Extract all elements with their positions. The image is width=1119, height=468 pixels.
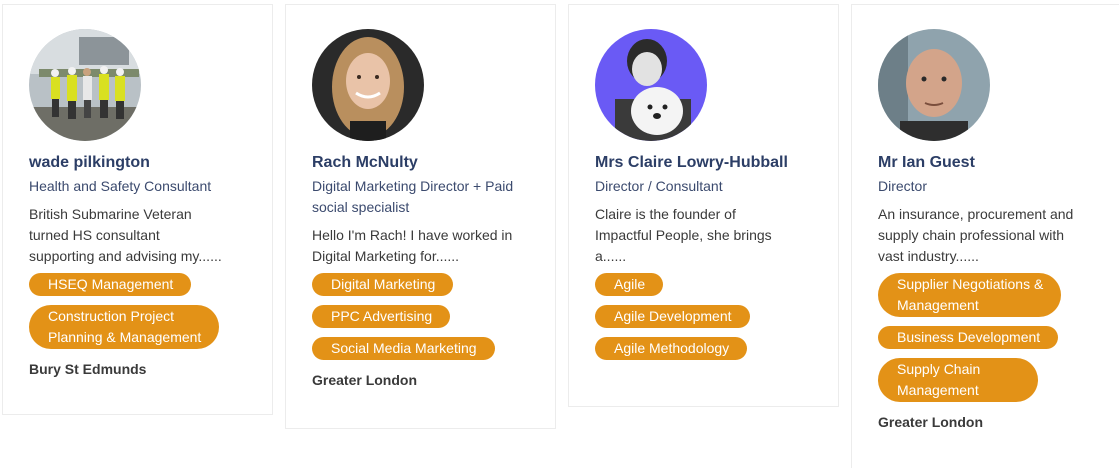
avatar[interactable] <box>878 29 990 141</box>
avatar[interactable] <box>29 29 141 141</box>
profile-name[interactable]: Mr Ian Guest <box>878 153 1095 173</box>
profile-card-claire-lowry-hubball[interactable]: Mrs Claire Lowry-Hubball Director / Cons… <box>568 4 839 407</box>
skill-tag-agile[interactable]: Agile <box>595 273 664 296</box>
skill-tag-hseq-management[interactable]: HSEQ Management <box>29 273 192 296</box>
skill-tag-supplier-negotiations[interactable]: Supplier Negotiations & Management <box>878 273 1062 317</box>
bio-line: a...... <box>595 248 627 264</box>
skill-tag-agile-development[interactable]: Agile Development <box>595 305 750 328</box>
tag-label-line: Management <box>897 382 979 398</box>
skill-tag-construction-project[interactable]: Construction Project Planning & Manageme… <box>29 305 220 349</box>
tag-label-line: Management <box>897 297 979 313</box>
skill-tag-business-development[interactable]: Business Development <box>878 326 1059 349</box>
bio-line: British Submarine Veteran <box>29 206 192 222</box>
skill-tag-agile-methodology[interactable]: Agile Methodology <box>595 337 748 360</box>
bio-line: supply chain professional with <box>878 227 1064 243</box>
tag-label: Business Development <box>897 329 1041 345</box>
bio-line: Digital Marketing for...... <box>312 248 460 264</box>
avatar[interactable] <box>312 29 424 141</box>
profile-bio: An insurance, procurement and supply cha… <box>878 204 1095 267</box>
bio-line: vast industry...... <box>878 248 979 264</box>
tag-label-line: Planning & Management <box>48 329 202 345</box>
profile-role: Digital Marketing Director + Paid social… <box>312 176 531 218</box>
profile-role: Director <box>878 178 928 194</box>
profile-bio: Claire is the founder of Impactful Peopl… <box>595 204 814 267</box>
role-line: social specialist <box>312 199 410 215</box>
profile-role: Health and Safety Consultant <box>29 178 212 194</box>
workers-photo-image <box>29 29 141 141</box>
bio-line: An insurance, procurement and <box>878 206 1074 222</box>
bio-line: turned HS consultant <box>29 227 160 243</box>
bio-line: Claire is the founder of <box>595 206 736 222</box>
tag-label-line: Supplier Negotiations & <box>897 276 1044 292</box>
profile-bio: British Submarine Veteran turned HS cons… <box>29 204 248 267</box>
woman-with-dog-image <box>595 29 707 141</box>
tag-label-line: Construction Project <box>48 308 175 324</box>
skill-tags: HSEQ Management Construction Project Pla… <box>29 273 248 358</box>
profile-bio: Hello I'm Rach! I have worked in Digital… <box>312 225 531 267</box>
skill-tags: Digital Marketing PPC Advertising Social… <box>312 273 531 369</box>
tag-label: Social Media Marketing <box>331 340 477 356</box>
skill-tag-supply-chain-management[interactable]: Supply Chain Management <box>878 358 1039 402</box>
profile-name[interactable]: Mrs Claire Lowry-Hubball <box>595 153 814 173</box>
tag-label: HSEQ Management <box>48 276 174 292</box>
bio-line: Impactful People, she brings <box>595 227 772 243</box>
avatar[interactable] <box>595 29 707 141</box>
bio-line: supporting and advising my...... <box>29 248 222 264</box>
skill-tags: Agile Agile Development Agile Methodolog… <box>595 273 814 369</box>
tag-label: Agile Development <box>614 308 732 324</box>
profile-name[interactable]: Rach McNulty <box>312 153 531 173</box>
skill-tag-digital-marketing[interactable]: Digital Marketing <box>312 273 454 296</box>
profile-location: Greater London <box>878 414 984 430</box>
tag-label: Agile <box>614 276 646 292</box>
profile-location: Greater London <box>312 372 418 388</box>
profile-location: Bury St Edmunds <box>29 361 147 377</box>
skill-tag-ppc-advertising[interactable]: PPC Advertising <box>312 305 451 328</box>
tag-label-line: Supply Chain <box>897 361 981 377</box>
role-line: Digital Marketing Director + Paid <box>312 178 514 194</box>
tag-label: PPC Advertising <box>331 308 433 324</box>
profile-card-rach-mcnulty[interactable]: Rach McNulty Digital Marketing Director … <box>285 4 556 429</box>
profile-card-wade-pilkington[interactable]: wade pilkington Health and Safety Consul… <box>2 4 273 415</box>
bio-line: Hello I'm Rach! I have worked in <box>312 227 513 243</box>
skill-tag-social-media-marketing[interactable]: Social Media Marketing <box>312 337 495 360</box>
tag-label: Agile Methodology <box>614 340 730 356</box>
man-portrait-image <box>878 29 990 141</box>
woman-portrait-image <box>312 29 424 141</box>
profile-role: Director / Consultant <box>595 178 723 194</box>
profile-name[interactable]: wade pilkington <box>29 153 248 173</box>
skill-tags: Supplier Negotiations & Management Busin… <box>878 273 1095 411</box>
tag-label: Digital Marketing <box>331 276 436 292</box>
profile-card-ian-guest[interactable]: Mr Ian Guest Director An insurance, proc… <box>851 4 1119 468</box>
